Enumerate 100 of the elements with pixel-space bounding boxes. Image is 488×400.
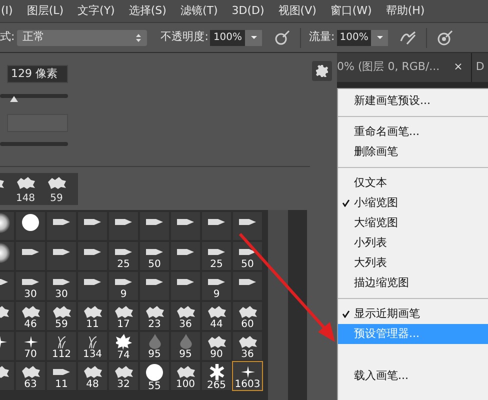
brush-tip-icon xyxy=(114,218,132,226)
brush-preset[interactable] xyxy=(15,241,46,271)
menu-item[interactable]: 小列表 xyxy=(338,233,488,253)
brush-preset[interactable]: 50 xyxy=(232,241,263,271)
brush-preset[interactable] xyxy=(77,241,108,271)
brush-preset[interactable]: 60 xyxy=(232,301,263,331)
brush-preset[interactable]: 59 xyxy=(41,173,72,205)
brush-preset[interactable]: 90 xyxy=(201,331,232,361)
brush-preset[interactable] xyxy=(77,211,108,241)
brush-preset[interactable]: 30 xyxy=(46,271,77,301)
menu-item[interactable]: 仅文本 xyxy=(338,173,488,193)
menu-item[interactable]: 3D(D) xyxy=(232,2,264,20)
brush-preset[interactable] xyxy=(232,271,263,301)
brush-preset[interactable] xyxy=(170,211,201,241)
brush-preset[interactable]: 25 xyxy=(108,241,139,271)
size-field[interactable]: 129 像素 xyxy=(7,65,68,83)
menu-item[interactable]: 大列表 xyxy=(338,253,488,273)
menu-item[interactable]: 删除画笔 xyxy=(338,142,488,162)
flow-field[interactable]: 100% xyxy=(336,30,388,46)
size-slider[interactable] xyxy=(0,94,68,104)
brush-preset[interactable] xyxy=(232,211,263,241)
brush-preset[interactable]: 11 xyxy=(77,301,108,331)
brush-preset[interactable]: 134 xyxy=(77,331,108,361)
brush-preset[interactable] xyxy=(77,271,108,301)
brush-tip-icon xyxy=(208,278,226,286)
menu-item[interactable]: 窗口(W) xyxy=(330,2,372,20)
brush-preset[interactable]: 70 xyxy=(15,331,46,361)
brush-preset[interactable]: 63 xyxy=(15,361,46,391)
brush-size-label: 36 xyxy=(179,319,192,330)
menu-item[interactable]: 载入画笔... xyxy=(338,366,488,386)
menu-item[interactable]: 大缩览图 xyxy=(338,213,488,233)
splatter-icon xyxy=(112,304,134,318)
brush-preset[interactable] xyxy=(170,271,201,301)
brush-size-label: 95 xyxy=(148,349,161,360)
brush-tip-icon xyxy=(84,248,102,256)
menu-item[interactable]: 描边缩览图 xyxy=(338,273,488,293)
brush-preset[interactable]: 148 xyxy=(10,173,41,205)
brush-size-label: 70 xyxy=(24,349,37,360)
menu-item[interactable]: 图层(L) xyxy=(26,2,64,20)
brush-tip-icon xyxy=(208,248,226,256)
brush-preset[interactable]: 9 xyxy=(201,271,232,301)
menu-item[interactable]: 视图(V) xyxy=(278,2,316,20)
menu-item[interactable]: 重命名画笔... xyxy=(338,122,488,142)
brush-tip-icon xyxy=(238,278,256,286)
brush-preset[interactable]: 23 xyxy=(139,301,170,331)
caret-icon xyxy=(371,30,388,46)
tab-title[interactable]: D xyxy=(476,59,484,76)
brush-preset[interactable]: 30 xyxy=(15,271,46,301)
brush-preset[interactable] xyxy=(139,271,170,301)
menu-item[interactable]: 滤镜(T) xyxy=(180,2,218,20)
brush-preset[interactable]: 17 xyxy=(108,301,139,331)
brush-preset[interactable] xyxy=(15,211,46,241)
brush-preset[interactable]: 44 xyxy=(201,301,232,331)
slider-thumb[interactable] xyxy=(10,96,18,102)
brush-preset[interactable] xyxy=(108,211,139,241)
brush-preset[interactable]: 48 xyxy=(77,361,108,391)
brush-preset[interactable]: 55 xyxy=(139,361,170,391)
menu-item[interactable]: 小缩览图 xyxy=(338,193,488,213)
brush-preset[interactable]: 46 xyxy=(15,301,46,331)
splatter-icon xyxy=(20,364,42,378)
brush-preset[interactable] xyxy=(46,211,77,241)
document-tab[interactable]: 0% (图层 0, RGB/... × D xyxy=(337,53,488,82)
brush-tip-icon xyxy=(176,218,194,226)
scrollbar-track[interactable] xyxy=(268,210,288,400)
menu-item[interactable]: 显示近期画笔 xyxy=(338,304,488,324)
brush-preset[interactable]: 9 xyxy=(108,271,139,301)
splatter-icon xyxy=(236,334,258,348)
brush-size-label: 74 xyxy=(117,350,130,361)
mode-dropdown[interactable]: 正常 xyxy=(16,30,147,46)
menu-item[interactable]: 选择(S) xyxy=(128,2,166,20)
brush-preset[interactable]: 265 xyxy=(201,361,232,391)
brush-preset[interactable]: 100 xyxy=(170,361,201,391)
brush-size-label: 134 xyxy=(82,349,102,360)
brush-preset[interactable]: 36 xyxy=(170,301,201,331)
menu-item[interactable]: 帮助(H) xyxy=(386,2,425,20)
brush-preset[interactable] xyxy=(46,241,77,271)
brush-preset[interactable]: 74 xyxy=(108,331,139,361)
brush-preset[interactable] xyxy=(201,211,232,241)
menu-item[interactable]: (I) xyxy=(1,2,13,20)
brush-preset[interactable]: 59 xyxy=(46,301,77,331)
brush-preset[interactable]: 25 xyxy=(201,241,232,271)
brush-preset[interactable]: 95 xyxy=(170,331,201,361)
menu-item[interactable]: 文字(Y) xyxy=(78,2,115,20)
menu-item[interactable]: 新建画笔预设... xyxy=(338,91,488,111)
brush-settings-button[interactable] xyxy=(312,61,332,81)
brush-preset[interactable]: 32 xyxy=(108,361,139,391)
opacity-field[interactable]: 100% xyxy=(210,30,262,46)
close-tab-button[interactable]: × xyxy=(454,59,463,76)
brush-preset[interactable] xyxy=(139,211,170,241)
brush-preset[interactable]: 95 xyxy=(139,331,170,361)
brush-size-label: 112 xyxy=(52,349,72,360)
brush-preset[interactable] xyxy=(170,241,201,271)
brush-preset[interactable]: 11 xyxy=(46,361,77,391)
splatter-icon xyxy=(144,304,166,318)
brush-tip-icon xyxy=(52,248,70,256)
brush-preset[interactable]: 1603 xyxy=(232,361,263,391)
brush-preset[interactable]: 36 xyxy=(232,331,263,361)
caret-icon xyxy=(245,30,262,46)
brush-preset[interactable]: 50 xyxy=(139,241,170,271)
brush-preset[interactable]: 112 xyxy=(46,331,77,361)
